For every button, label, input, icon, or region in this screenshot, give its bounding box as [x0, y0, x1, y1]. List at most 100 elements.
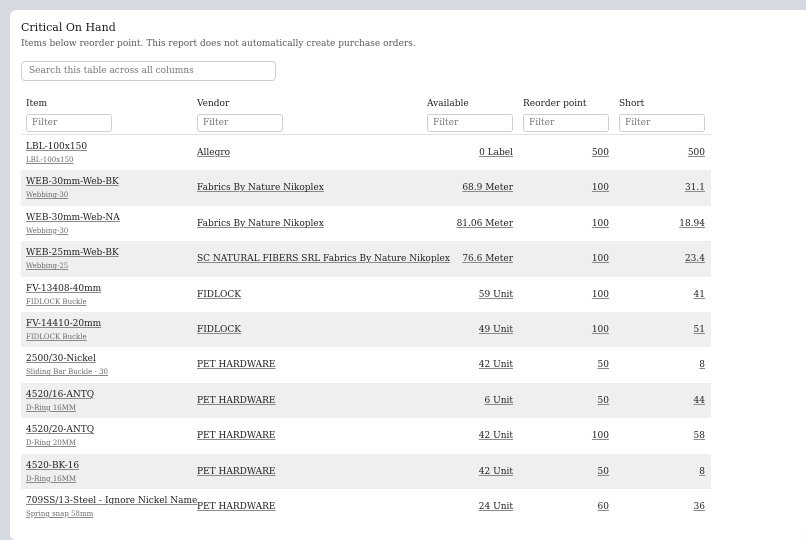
- vendor-link[interactable]: PET HARDWARE: [197, 396, 275, 406]
- item-description-link[interactable]: Sliding Bar Buckle - 30: [26, 368, 108, 376]
- reorder-point-value[interactable]: 100: [592, 183, 609, 193]
- short-value[interactable]: 41: [694, 290, 705, 300]
- available-value[interactable]: 49 Unit: [479, 325, 513, 335]
- item-link[interactable]: WEB-30mm-Web-BK: [26, 177, 119, 187]
- item-description: FIDLOCK Buckle: [26, 333, 87, 341]
- table-row: FV-14410-20mm FIDLOCK Buckle FIDLOCK 49 Uni…: [21, 311, 711, 348]
- table-row: WEB-30mm-Web-NA Webbing-30 Fabrics By Natu…: [21, 206, 711, 241]
- table-row: LBL-100x150 LBL-100x150 Allegro 0 Label 500 5…: [21, 135, 711, 170]
- table-row: 4520/20-ANTQ D-Ring 20MM PET HARDWARE 42 Un…: [21, 418, 711, 453]
- available-value[interactable]: 24 Unit: [479, 502, 513, 512]
- column-header-short[interactable]: Short: [619, 99, 644, 109]
- available-value[interactable]: 6 Unit: [485, 396, 513, 406]
- item-description-link[interactable]: D-Ring 16MM: [26, 404, 76, 412]
- critical-table: Item Vendor Available Reorder point Shor…: [21, 92, 711, 524]
- column-header-reorder-point[interactable]: Reorder point: [523, 99, 587, 109]
- vendor-link[interactable]: SC NATURAL FIBERS SRL Fabrics By Nature …: [197, 254, 450, 264]
- table-body: LBL-100x150 LBL-100x150 Allegro 0 Label 500 5…: [21, 135, 711, 524]
- vendor-link[interactable]: PET HARDWARE: [197, 431, 275, 441]
- item-link[interactable]: FV-14410-20mm: [26, 319, 101, 329]
- item-description-link[interactable]: Webbing-30: [26, 227, 68, 235]
- item-link[interactable]: FV-13408-40mm: [26, 284, 101, 294]
- available-filter-input[interactable]: [427, 114, 513, 132]
- vendor-link[interactable]: PET HARDWARE: [197, 360, 275, 370]
- short-value[interactable]: 44: [694, 396, 705, 406]
- reorder-point-value[interactable]: 100: [592, 325, 609, 335]
- vendor-link[interactable]: PET HARDWARE: [197, 502, 275, 512]
- available-value[interactable]: 0 Label: [479, 148, 513, 158]
- item-description: Spring snap 58mm: [26, 510, 93, 518]
- short-value[interactable]: 36: [694, 502, 705, 512]
- available-value[interactable]: 42 Unit: [479, 467, 513, 477]
- table-row: FV-13408-40mm FIDLOCK Buckle FIDLOCK 59 Uni…: [21, 277, 711, 312]
- vendor-link[interactable]: Allegro: [197, 148, 230, 158]
- reorder-point-value[interactable]: 50: [598, 467, 609, 477]
- reorder-point-value[interactable]: 60: [598, 502, 609, 512]
- vendor-link[interactable]: FIDLOCK: [197, 290, 241, 300]
- item-link[interactable]: WEB-30mm-Web-NA: [26, 213, 120, 223]
- search-input[interactable]: [21, 61, 276, 81]
- column-header-available[interactable]: Available: [427, 99, 469, 109]
- filter-row: [21, 110, 711, 135]
- table-header: Item Vendor Available Reorder point Shor…: [21, 92, 711, 110]
- available-value[interactable]: 42 Unit: [479, 360, 513, 370]
- short-filter-input[interactable]: [619, 114, 705, 132]
- reorder-point-value[interactable]: 50: [598, 396, 609, 406]
- table-row: 4520/16-ANTQ D-Ring 16MM PET HARDWARE 6 Uni…: [21, 382, 711, 419]
- item-description-link[interactable]: D-Ring 20MM: [26, 439, 76, 447]
- short-value[interactable]: 8: [699, 467, 705, 477]
- vendor-filter-input[interactable]: [197, 114, 283, 132]
- item-description-link[interactable]: Spring snap 58mm: [26, 510, 93, 518]
- item-description-link[interactable]: FIDLOCK Buckle: [26, 298, 87, 306]
- short-value[interactable]: 500: [688, 148, 705, 158]
- item-description-link[interactable]: FIDLOCK Buckle: [26, 333, 87, 341]
- reorder-point-value[interactable]: 100: [592, 290, 609, 300]
- vendor-link[interactable]: FIDLOCK: [197, 325, 241, 335]
- item-link[interactable]: LBL-100x150: [26, 142, 87, 152]
- item-description: Webbing-30: [26, 191, 68, 199]
- reorder-point-value[interactable]: 500: [592, 148, 609, 158]
- short-value[interactable]: 58: [694, 431, 705, 441]
- reorder-point-value[interactable]: 100: [592, 431, 609, 441]
- vendor-link[interactable]: Fabrics By Nature Nikoplex: [197, 219, 324, 229]
- item-description: Webbing-25: [26, 262, 68, 270]
- item-link[interactable]: 4520/20-ANTQ: [26, 425, 94, 435]
- table-row: 4520-BK-16 D-Ring 16MM PET HARDWARE 42 Unit…: [21, 453, 711, 489]
- item-description: LBL-100x150: [26, 156, 73, 164]
- available-value[interactable]: 42 Unit: [479, 431, 513, 441]
- item-description: D-Ring 16MM: [26, 475, 76, 483]
- short-value[interactable]: 31.1: [685, 183, 705, 193]
- item-description-link[interactable]: Webbing-25: [26, 262, 68, 270]
- short-value[interactable]: 51: [694, 325, 705, 335]
- item-link[interactable]: 4520-BK-16: [26, 461, 79, 471]
- reorder-filter-input[interactable]: [523, 114, 609, 132]
- item-link[interactable]: WEB-25mm-Web-BK: [26, 248, 119, 258]
- item-description-link[interactable]: D-Ring 16MM: [26, 475, 76, 483]
- item-description: Webbing-30: [26, 227, 68, 235]
- available-value[interactable]: 76.6 Meter: [462, 254, 513, 264]
- available-value[interactable]: 81.06 Meter: [457, 219, 513, 229]
- item-link[interactable]: 709SS/13-Steel - Ignore Nickel Name: [26, 496, 197, 506]
- vendor-link[interactable]: Fabrics By Nature Nikoplex: [197, 183, 324, 193]
- short-value[interactable]: 8: [699, 360, 705, 370]
- reorder-point-value[interactable]: 100: [592, 219, 609, 229]
- item-description-link[interactable]: LBL-100x150: [26, 156, 73, 164]
- page-subtitle: Items below reorder point. This report d…: [21, 39, 416, 49]
- table-row: 709SS/13-Steel - Ignore Nickel Name Sprin…: [21, 489, 711, 524]
- column-header-item[interactable]: Item: [26, 99, 47, 109]
- available-value[interactable]: 68.9 Meter: [462, 183, 513, 193]
- item-filter-input[interactable]: [26, 114, 112, 132]
- table-row: 2500/30-Nickel Sliding Bar Buckle - 30 PET…: [21, 347, 711, 382]
- short-value[interactable]: 23.4: [685, 254, 705, 264]
- reorder-point-value[interactable]: 50: [598, 360, 609, 370]
- item-link[interactable]: 4520/16-ANTQ: [26, 390, 94, 400]
- table-row: WEB-25mm-Web-BK Webbing-25 SC NATURAL FIBE…: [21, 241, 711, 277]
- item-description-link[interactable]: Webbing-30: [26, 191, 68, 199]
- vendor-link[interactable]: PET HARDWARE: [197, 467, 275, 477]
- short-value[interactable]: 18.94: [679, 219, 705, 229]
- item-description: FIDLOCK Buckle: [26, 298, 87, 306]
- available-value[interactable]: 59 Unit: [479, 290, 513, 300]
- reorder-point-value[interactable]: 100: [592, 254, 609, 264]
- column-header-vendor[interactable]: Vendor: [197, 99, 229, 109]
- item-link[interactable]: 2500/30-Nickel: [26, 354, 96, 364]
